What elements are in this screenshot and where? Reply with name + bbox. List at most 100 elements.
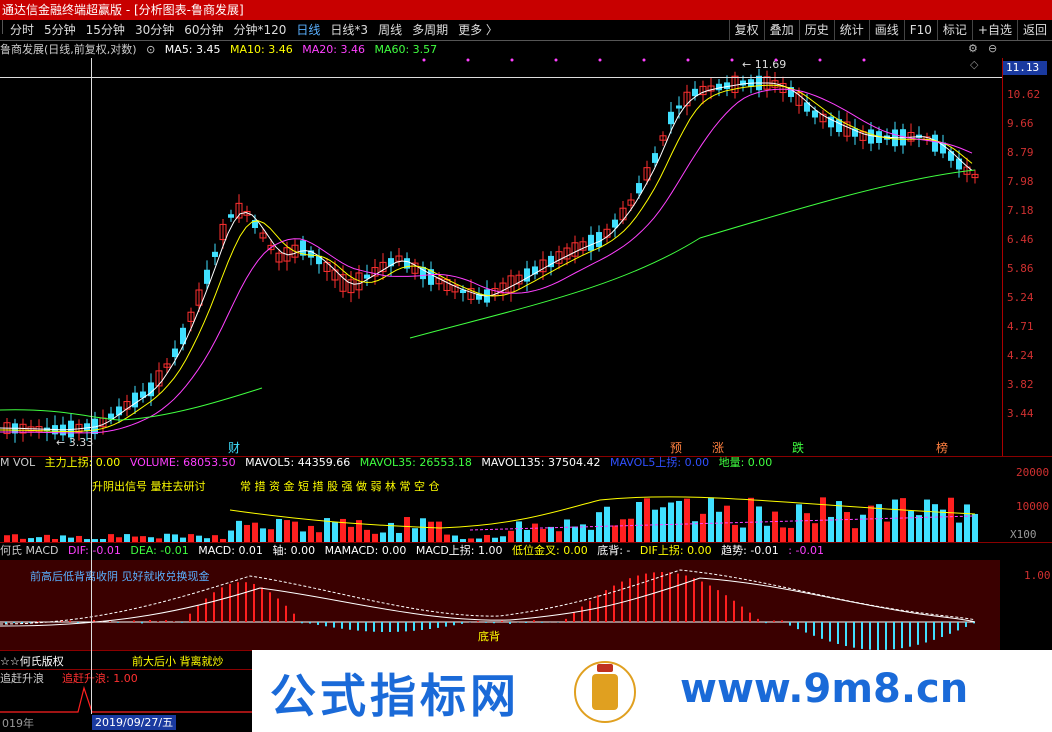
volume-bar bbox=[676, 500, 682, 542]
toolbar-button[interactable]: F10 bbox=[903, 20, 937, 40]
volume-bar bbox=[508, 530, 514, 542]
price-axis-label: 3.82 bbox=[1007, 378, 1034, 391]
period-tab[interactable]: 5分钟 bbox=[39, 20, 81, 40]
volume-bar bbox=[724, 505, 730, 542]
volume-unit: X100 bbox=[1010, 528, 1037, 541]
marker-dot bbox=[466, 58, 470, 62]
volume-bar bbox=[540, 528, 546, 542]
high-price-label: ← 11.69 bbox=[742, 58, 786, 71]
ma60-line bbox=[409, 169, 976, 339]
period-tab[interactable]: 日线*3 bbox=[325, 20, 373, 40]
volume-bar bbox=[836, 501, 842, 542]
chevron-down-icon[interactable]: ⊙ bbox=[146, 43, 155, 56]
ma60-value: MA60: 3.57 bbox=[374, 43, 438, 56]
window-title: 通达信金融终端超赢版 - [分析图表-鲁商发展] bbox=[2, 3, 244, 17]
zhou-value: 轴: 0.00 bbox=[272, 544, 316, 557]
volume-bar bbox=[636, 501, 642, 542]
volume-bar bbox=[684, 498, 690, 542]
volume-bar bbox=[212, 535, 218, 542]
toolbar-button[interactable]: 历史 bbox=[798, 20, 834, 40]
volume-bar bbox=[436, 521, 442, 542]
period-tabs: 分时 5分钟 15分钟 30分钟 60分钟 分钟*120 日线 日线*3 周线 多周期 更多 〉 bbox=[0, 20, 503, 40]
period-tab[interactable]: 15分钟 bbox=[81, 20, 130, 40]
volume-bar bbox=[868, 505, 874, 542]
period-tab[interactable]: 日线 bbox=[291, 20, 325, 40]
volume-bar bbox=[172, 534, 178, 542]
macd-value: MACD: 0.01 bbox=[198, 544, 263, 557]
toolbar-button[interactable]: 返回 bbox=[1016, 20, 1052, 40]
price-axis-label: 4.71 bbox=[1007, 320, 1034, 333]
volume-bar bbox=[844, 512, 850, 542]
volume-bar bbox=[740, 527, 746, 542]
mavol135-value: MAVOL135: 37504.42 bbox=[481, 456, 601, 469]
event-tag: 榜 bbox=[936, 440, 948, 455]
ma10-line bbox=[0, 84, 973, 433]
toolbar-button[interactable]: 复权 bbox=[728, 20, 764, 40]
candle-body bbox=[948, 151, 954, 161]
period-tab[interactable]: 多周期 bbox=[407, 20, 453, 40]
ma20-value: MA20: 3.46 bbox=[302, 43, 365, 56]
event-tag: 预 bbox=[670, 441, 682, 455]
period-tab[interactable]: 周线 bbox=[373, 20, 407, 40]
ma20-line bbox=[0, 88, 973, 434]
volume-bar bbox=[628, 518, 634, 542]
volume-chart[interactable] bbox=[0, 470, 1002, 542]
watermark-banner: 公式指标网 www.9m8.cn bbox=[252, 650, 1052, 732]
candle-body bbox=[716, 83, 722, 91]
toolbar-button[interactable]: 叠加 bbox=[763, 20, 799, 40]
marker-dot bbox=[818, 58, 822, 62]
last-value: : -0.01 bbox=[788, 544, 824, 557]
period-tab[interactable]: 30分钟 bbox=[130, 20, 179, 40]
candle-body bbox=[204, 269, 210, 284]
candle-body bbox=[724, 82, 730, 89]
period-tab[interactable]: 更多 〉 bbox=[453, 20, 503, 40]
price-axis-label: 8.79 bbox=[1007, 146, 1034, 159]
macd-legend: 何氏 MACD DIF: -0.01 DEA: -0.01 MACD: 0.01… bbox=[0, 544, 830, 558]
volume-bar bbox=[276, 518, 282, 542]
candle-body bbox=[212, 251, 218, 257]
volume-bar bbox=[812, 523, 818, 542]
ma-info-line: 鲁商发展(日线,前复权,对数) ⊙ MA5: 3.45 MA10: 3.46 M… bbox=[0, 42, 1000, 58]
zhuigan-value: 追赶升浪: 1.00 bbox=[62, 672, 138, 685]
macdup-value: MACD上拐: 1.00 bbox=[415, 544, 503, 557]
volume-axis-20000: 20000 bbox=[1016, 466, 1050, 479]
toolbar-button[interactable]: 标记 bbox=[936, 20, 972, 40]
minimize-icon[interactable]: ⊖ bbox=[988, 42, 997, 55]
volume-bar bbox=[44, 534, 50, 542]
volume-bar bbox=[548, 526, 554, 542]
volume-bar bbox=[516, 521, 522, 542]
toolbar-button[interactable]: 画线 bbox=[868, 20, 904, 40]
kline-chart[interactable]: ← 11.69 ← 3.33 财 预 涨 跌 榜 bbox=[0, 58, 1002, 456]
volume-bar bbox=[300, 531, 306, 542]
period-tab[interactable]: 分钟*120 bbox=[229, 20, 292, 40]
stock-name[interactable]: 鲁商发展(日线,前复权,对数) bbox=[0, 43, 137, 56]
qushi-value: 趋势: -0.01 bbox=[721, 544, 779, 557]
date-bar: 019年 2019/09/27/五 bbox=[0, 714, 252, 732]
volume-bar bbox=[316, 532, 322, 542]
dea-line bbox=[0, 577, 976, 627]
toolbar-button[interactable]: +自选 bbox=[971, 20, 1017, 40]
volume-bar bbox=[364, 529, 370, 542]
marker-dot bbox=[554, 58, 558, 62]
volume-bar bbox=[292, 521, 298, 542]
diwei-value: 低位金叉: 0.00 bbox=[512, 544, 588, 557]
volume-bar bbox=[796, 504, 802, 542]
low-price-label: ← 3.33 bbox=[56, 436, 93, 449]
period-tab[interactable]: 60分钟 bbox=[179, 20, 228, 40]
marker-dot bbox=[730, 58, 734, 62]
macd-axis-label: 1.00 bbox=[1024, 569, 1051, 582]
volume-bar bbox=[412, 528, 418, 542]
volume-bar bbox=[572, 526, 578, 542]
copyright-title: ☆☆何氏版权 bbox=[0, 655, 64, 668]
volume-bar bbox=[708, 497, 714, 542]
panel-divider bbox=[0, 542, 1052, 543]
volume-bar bbox=[884, 521, 890, 542]
toolbar-button[interactable]: 统计 bbox=[833, 20, 869, 40]
settings-icon[interactable]: ⚙ bbox=[968, 42, 978, 55]
marker-dot bbox=[686, 58, 690, 62]
volume-bar bbox=[532, 523, 538, 542]
ma5-value: MA5: 3.45 bbox=[164, 43, 221, 56]
period-tab[interactable]: 分时 bbox=[5, 20, 39, 40]
ma10-value: MA10: 3.46 bbox=[230, 43, 293, 56]
dif-value: DIF: -0.01 bbox=[67, 544, 121, 557]
